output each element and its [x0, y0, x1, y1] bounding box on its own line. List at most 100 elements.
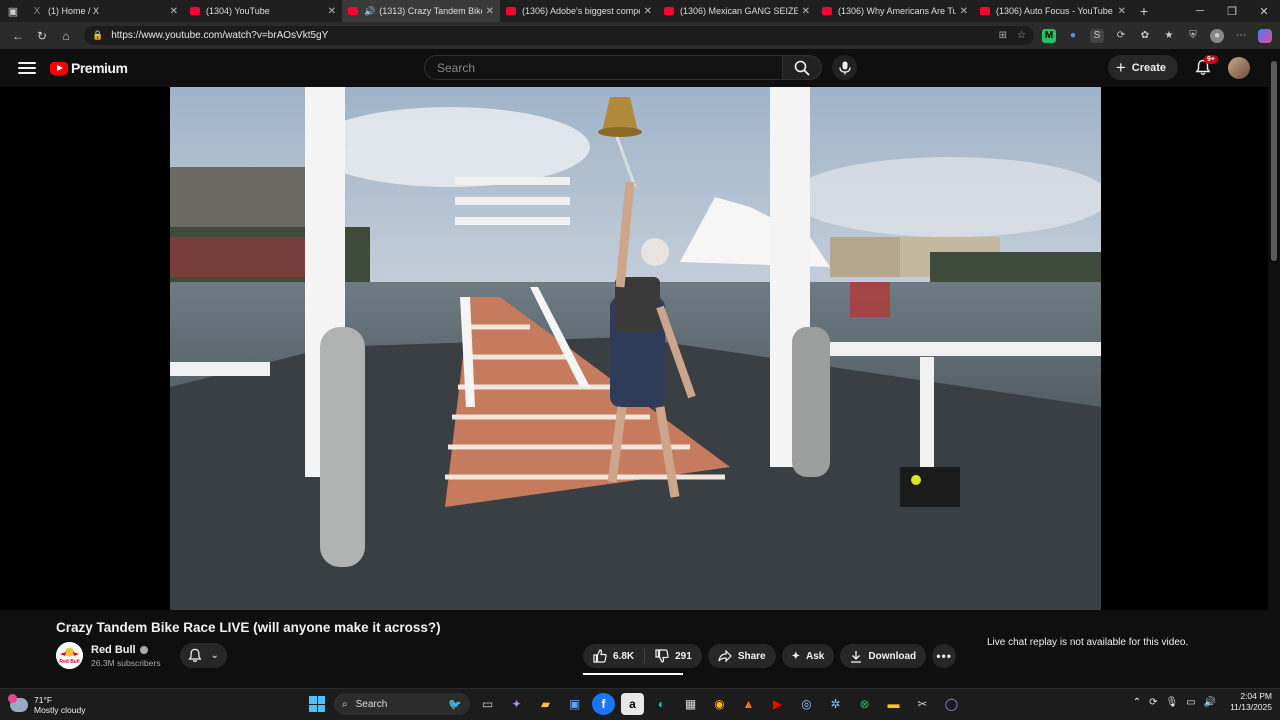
xbox-icon[interactable]: ⊗ — [853, 693, 876, 715]
speaker-icon[interactable]: 🔊 — [364, 6, 375, 17]
windows-start-icon[interactable] — [306, 693, 328, 715]
browser-tab[interactable]: (1306) Auto Focus - YouTube ✕ — [974, 0, 1132, 22]
dislike-count: 291 — [675, 650, 692, 662]
extension-paw-icon[interactable]: ✿ — [1138, 29, 1152, 43]
volume-icon[interactable]: 🔊 — [1204, 697, 1216, 708]
tab-label: (1) Home / X — [48, 6, 100, 16]
facebook-icon[interactable]: f — [592, 693, 615, 715]
channel-info: Red Bull 26.3M subscribers — [91, 644, 160, 668]
snipping-tool-icon[interactable]: ✂ — [911, 693, 934, 715]
refresh-icon[interactable]: ↻ — [30, 29, 54, 43]
edge-icon[interactable]: ◐ — [650, 693, 673, 715]
youtube-icon — [506, 7, 516, 15]
profile-icon[interactable]: ● — [1210, 28, 1224, 43]
browser-tab[interactable]: (1304) YouTube ✕ — [184, 0, 342, 22]
close-icon[interactable]: ✕ — [960, 6, 968, 17]
search-button[interactable] — [782, 55, 822, 80]
app-gear-icon[interactable]: ✲ — [824, 693, 847, 715]
browser-tab[interactable]: (1306) Adobe's biggest competit... ✕ — [500, 0, 658, 22]
shield-icon[interactable]: ⛨ — [1186, 29, 1200, 43]
close-icon[interactable]: ✕ — [328, 6, 336, 17]
microphone-tray-icon[interactable]: 🎙 — [1165, 697, 1178, 708]
app-available-icon[interactable]: ⊞ — [999, 30, 1007, 41]
calculator-icon[interactable]: ▦ — [679, 693, 702, 715]
restore-icon[interactable]: ❐ — [1216, 5, 1248, 18]
more-menu-icon[interactable]: ⋯ — [1234, 29, 1248, 43]
search-input[interactable]: Search — [424, 55, 782, 80]
youtube-app-icon[interactable]: ▶ — [766, 693, 789, 715]
share-button[interactable]: Share — [707, 644, 776, 668]
file-explorer-icon[interactable]: ▰ — [534, 693, 557, 715]
address-bar[interactable]: 🔒 https://www.youtube.com/watch?v=brAOsV… — [84, 26, 1034, 45]
like-count: 6.8K — [613, 650, 635, 662]
weather-widget[interactable]: 71°F Mostly cloudy — [8, 693, 86, 715]
bell-icon — [188, 648, 203, 663]
close-icon[interactable]: ✕ — [644, 6, 652, 17]
close-window-icon[interactable]: ✕ — [1248, 5, 1280, 18]
store-icon[interactable]: ▣ — [563, 693, 586, 715]
scrollbar-thumb[interactable] — [1271, 61, 1277, 261]
create-button[interactable]: + Create — [1107, 55, 1178, 80]
browser-tab[interactable]: X (1) Home / X ✕ — [26, 0, 184, 22]
menu-icon[interactable] — [18, 62, 36, 74]
favorites-icon[interactable]: ★ — [1162, 29, 1176, 43]
voice-search-button[interactable] — [832, 55, 857, 80]
back-icon[interactable]: ← — [6, 29, 30, 43]
steam-icon[interactable]: ◎ — [795, 693, 818, 715]
network-icon[interactable]: ▭ — [1186, 697, 1195, 708]
extension-s-icon[interactable]: S — [1090, 28, 1104, 43]
chevron-down-icon: ⌄ — [210, 650, 219, 661]
clock[interactable]: 2:04 PM 11/13/2025 — [1230, 691, 1272, 713]
sync-tray-icon[interactable]: ⟳ — [1149, 697, 1157, 708]
video-player-area — [0, 87, 1268, 610]
favorite-star-icon[interactable]: ☆ — [1017, 30, 1026, 41]
browser-tab-active[interactable]: 🔊 (1313) Crazy Tandem Bike R... ✕ — [342, 0, 500, 22]
youtube-logo[interactable]: Premium — [50, 60, 128, 76]
chevron-up-icon[interactable]: ⌃ — [1133, 697, 1141, 708]
tab-label: (1313) Crazy Tandem Bike R... — [379, 6, 481, 16]
vlc-icon[interactable]: ▲ — [737, 693, 760, 715]
browser-tab[interactable]: (1306) Mexican GANG SEIZES LA... ✕ — [658, 0, 816, 22]
tab-label: (1306) Mexican GANG SEIZES LA... — [680, 6, 798, 16]
weather-condition: Mostly cloudy — [34, 704, 86, 715]
chrome-icon[interactable]: ◉ — [708, 693, 731, 715]
notifications-button[interactable]: 9+ — [1192, 54, 1218, 79]
copilot-icon[interactable] — [1258, 28, 1272, 43]
browser-toolbar: ← ↻ ⌂ 🔒 https://www.youtube.com/watch?v=… — [0, 22, 1280, 49]
amazon-icon[interactable]: a — [621, 693, 644, 715]
dislike-button[interactable]: 291 — [645, 644, 702, 668]
windows-taskbar: 71°F Mostly cloudy ⌕ Search 🐦 ▭ ✦ ▰ ▣ f … — [0, 688, 1280, 720]
account-avatar[interactable] — [1228, 56, 1250, 79]
like-button[interactable]: 6.8K — [583, 644, 644, 668]
close-icon[interactable]: ✕ — [802, 6, 810, 17]
more-actions-button[interactable]: ••• — [932, 644, 957, 668]
close-icon[interactable]: ✕ — [486, 6, 494, 17]
download-button[interactable]: Download — [840, 644, 927, 668]
channel-avatar[interactable]: Red Bull — [56, 642, 83, 669]
sync-icon[interactable]: ⟳ — [1114, 29, 1128, 43]
task-view-icon[interactable]: ▭ — [476, 693, 499, 715]
subscription-notifications-button[interactable]: ⌄ — [180, 643, 227, 668]
browser-tab[interactable]: (1306) Why Americans Are Turnin... ✕ — [816, 0, 974, 22]
close-icon[interactable]: ✕ — [1118, 6, 1126, 17]
channel-name-row[interactable]: Red Bull — [91, 644, 160, 656]
media-app-icon[interactable]: ◯ — [940, 693, 963, 715]
youtube-icon — [664, 7, 674, 15]
home-icon[interactable]: ⌂ — [54, 29, 78, 43]
extension-m-icon[interactable]: M — [1042, 28, 1056, 43]
ask-button[interactable]: ✦ Ask — [781, 644, 835, 668]
tab-label: (1306) Why Americans Are Turnin... — [838, 6, 956, 16]
page-scrollbar[interactable] — [1268, 49, 1280, 688]
share-label: Share — [737, 650, 766, 662]
extension-circle-icon[interactable]: ● — [1066, 29, 1080, 43]
copilot-icon[interactable]: ✦ — [505, 693, 528, 715]
site-info-icon[interactable]: 🔒 — [92, 30, 103, 41]
tab-actions-icon[interactable]: ▣ — [0, 0, 26, 22]
video-player[interactable] — [170, 87, 1101, 610]
new-tab-icon[interactable]: + — [1132, 3, 1156, 19]
sticky-notes-icon[interactable]: ▬ — [882, 693, 905, 715]
minimize-icon[interactable]: ─ — [1184, 5, 1216, 18]
close-icon[interactable]: ✕ — [170, 6, 178, 17]
taskbar-search[interactable]: ⌕ Search 🐦 — [334, 693, 470, 715]
search-highlight-icon: 🐦 — [448, 698, 462, 711]
